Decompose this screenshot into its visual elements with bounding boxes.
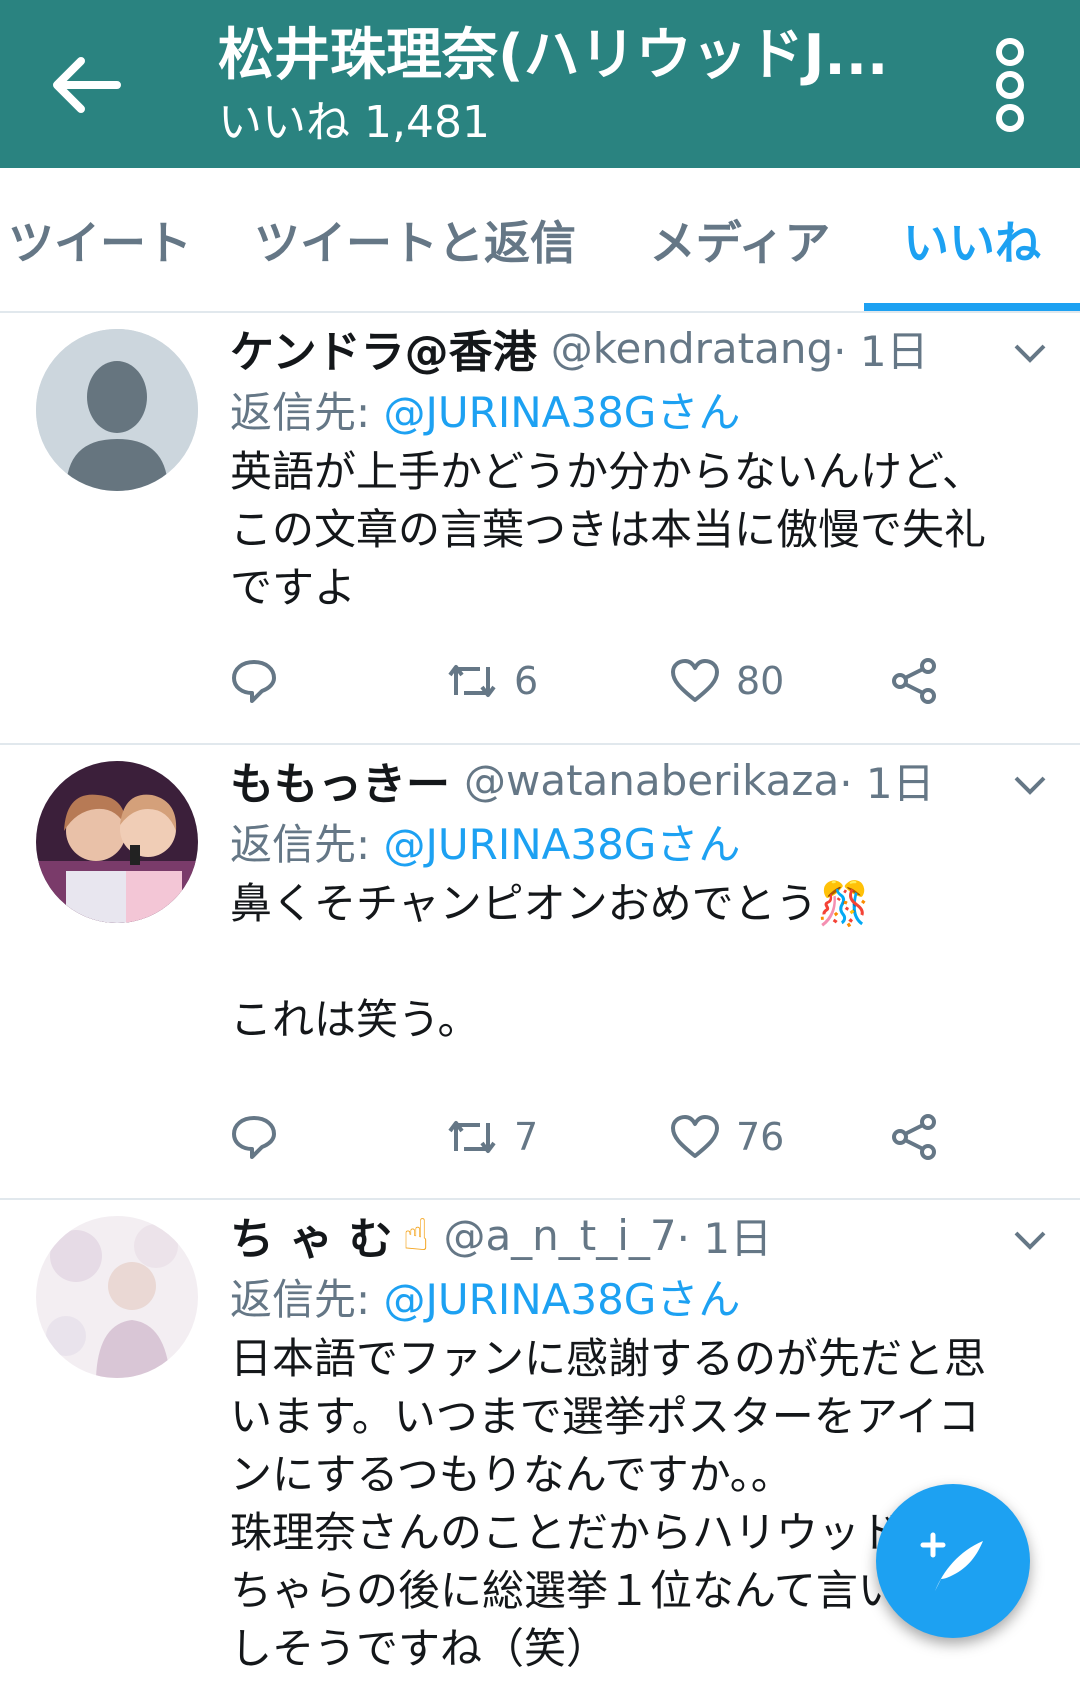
reply-label: 返信先:: [230, 1275, 384, 1324]
reply-user-link[interactable]: @JURINA38Gさん: [384, 1275, 741, 1324]
chevron-down-icon: [1014, 344, 1046, 363]
reply-user-link[interactable]: @JURINA38Gさん: [384, 388, 741, 437]
chevron-down-icon: [1014, 1231, 1046, 1250]
retweet-button[interactable]: 6: [446, 651, 538, 711]
more-vertical-icon: [996, 38, 1024, 66]
user-handle[interactable]: @kendratang: [551, 324, 833, 373]
reply-context: 返信先: @JURINA38Gさん: [230, 1270, 1050, 1330]
avatar[interactable]: [36, 761, 198, 923]
tweet-actions: 6 80: [230, 651, 950, 711]
reply-user-link[interactable]: @JURINA38Gさん: [384, 820, 741, 869]
avatar[interactable]: [36, 329, 198, 491]
compose-tweet-button[interactable]: [876, 1484, 1030, 1638]
tweet-time: · 1日: [839, 758, 935, 808]
tab-likes[interactable]: いいね: [864, 168, 1080, 311]
heart-icon: [671, 659, 719, 702]
share-button[interactable]: [890, 1107, 938, 1167]
name-emoji: ☝: [402, 1209, 430, 1261]
more-vertical-icon: [996, 71, 1024, 99]
display-name[interactable]: ももっきー: [230, 748, 450, 812]
reply-button[interactable]: [230, 651, 278, 711]
retweet-button[interactable]: 7: [446, 1107, 538, 1167]
tweet-header: ち ゃ む ☝ @a_n_t_i_7 · 1日: [230, 1200, 990, 1270]
retweet-icon: [448, 665, 496, 697]
user-handle[interactable]: @watanaberikaza: [464, 756, 839, 805]
page-title: 松井珠理奈(ハリウッドJ...: [218, 23, 889, 88]
display-name[interactable]: ち ゃ む: [230, 1203, 393, 1267]
reply-icon: [232, 1116, 276, 1159]
reply-icon: [232, 660, 276, 703]
tweet-time: · 1日: [676, 1213, 773, 1263]
chevron-down-icon: [1014, 776, 1046, 795]
default-profile-icon: [36, 329, 198, 491]
retweet-count: 7: [514, 1115, 539, 1159]
user-handle[interactable]: @a_n_t_i_7: [443, 1211, 676, 1260]
tab-tweets-and-replies[interactable]: ツイートと返信: [240, 168, 590, 311]
tab-media[interactable]: メディア: [630, 168, 850, 311]
tab-tweets[interactable]: ツイート: [0, 168, 200, 311]
display-name[interactable]: ケンドラ@香港: [230, 316, 537, 380]
like-count: 80: [736, 659, 785, 703]
share-icon: [892, 658, 936, 704]
more-options-button[interactable]: [980, 38, 1040, 132]
tweet-item[interactable]: ももっきー @watanaberikaza · 1日 返信先: @JURINA3…: [0, 745, 1080, 1200]
tweet-content: ももっきー @watanaberikaza · 1日 返信先: @JURINA3…: [230, 745, 1050, 1049]
reply-context: 返信先: @JURINA38Gさん: [230, 383, 1050, 443]
tweet-header: ケンドラ@香港 @kendratang · 1日: [230, 313, 990, 383]
like-button[interactable]: 80: [670, 651, 784, 711]
reply-context: 返信先: @JURINA38Gさん: [230, 815, 1050, 875]
avatar[interactable]: [36, 1216, 198, 1378]
profile-titles: 松井珠理奈(ハリウッドJ... いいね 1,481: [218, 20, 918, 152]
app-bar: 松井珠理奈(ハリウッドJ... いいね 1,481: [0, 0, 1080, 168]
profile-tabs: ツイート ツイートと返信 メディア いいね: [0, 168, 1080, 313]
reply-button[interactable]: [230, 1107, 278, 1167]
arrow-left-icon: [53, 57, 121, 113]
tweet-text: 鼻くそチャンピオンおめでとう🎊 これは笑う。: [230, 879, 870, 1044]
active-tab-indicator: [864, 303, 1080, 311]
tweet-text: 英語が上手かどうか分からないんけど、 この文章の言葉つきは本当に傲慢で失礼 です…: [230, 447, 987, 612]
like-button[interactable]: 76: [670, 1107, 784, 1167]
tweet-menu-button[interactable]: [1010, 765, 1050, 805]
retweet-count: 6: [514, 659, 539, 703]
back-button[interactable]: [40, 40, 130, 130]
tweet-menu-button[interactable]: [1010, 333, 1050, 373]
photo-avatar: [36, 1216, 198, 1378]
share-icon: [892, 1114, 936, 1160]
reply-label: 返信先:: [230, 388, 384, 437]
tweet-item[interactable]: ケンドラ@香港 @kendratang · 1日 返信先: @JURINA38G…: [0, 313, 1080, 745]
like-count: 76: [736, 1115, 785, 1159]
tweet-menu-button[interactable]: [1010, 1220, 1050, 1260]
share-button[interactable]: [890, 651, 938, 711]
reply-label: 返信先:: [230, 820, 384, 869]
compose-tweet-icon: [920, 1532, 983, 1591]
tweet-header: ももっきー @watanaberikaza · 1日: [230, 745, 990, 815]
more-vertical-icon: [996, 104, 1024, 132]
heart-icon: [671, 1115, 719, 1158]
tweet-content: ケンドラ@香港 @kendratang · 1日 返信先: @JURINA38G…: [230, 313, 1050, 617]
photo-avatar: [36, 761, 198, 923]
tweet-time: · 1日: [833, 326, 929, 376]
tweet-actions: 7 76: [230, 1107, 950, 1167]
likes-count-subtitle: いいね 1,481: [218, 97, 490, 148]
retweet-icon: [448, 1121, 496, 1153]
